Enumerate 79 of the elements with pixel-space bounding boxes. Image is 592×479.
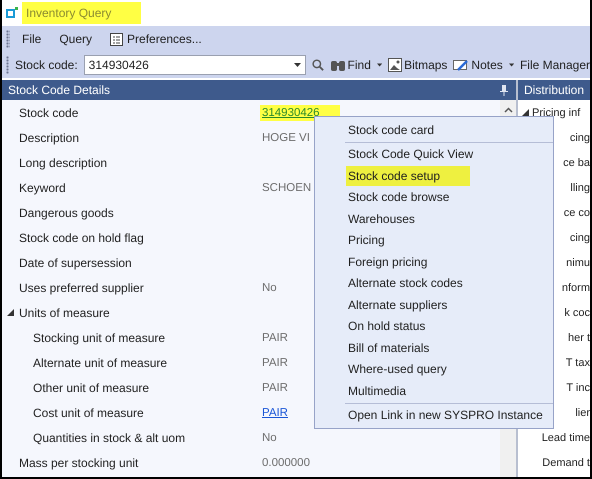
menu-item[interactable]: Where-used query — [315, 358, 553, 380]
field-label: lier — [575, 406, 590, 418]
field-label: lling — [570, 182, 590, 194]
bitmaps-button[interactable]: Bitmaps — [388, 58, 448, 72]
expanded-triangle-icon[interactable] — [522, 109, 529, 116]
find-button[interactable]: Find — [330, 58, 371, 72]
menu-item[interactable]: Stock code card — [315, 119, 553, 140]
field-label: k coc — [564, 306, 590, 318]
menu-item[interactable]: Preferences... — [104, 30, 208, 48]
field-label: cing — [570, 132, 590, 144]
field-value: 0.000000 — [262, 456, 310, 468]
search-icon[interactable] — [312, 57, 324, 73]
caret-icon[interactable] — [294, 63, 301, 67]
menu-item[interactable]: Alternate stock codes — [315, 272, 553, 294]
binoculars-icon — [330, 58, 346, 72]
menu-item[interactable]: Alternate suppliers — [315, 294, 553, 316]
field-label: ce co — [564, 206, 590, 218]
menu-item[interactable]: Pricing — [315, 230, 553, 251]
field-label: Keyword — [18, 180, 67, 194]
image-icon — [388, 58, 402, 72]
field-label: Cost unit of measure — [32, 406, 145, 420]
stock-code-link[interactable]: 314930426 — [260, 104, 340, 120]
note-pencil-icon — [453, 58, 470, 72]
field-label: Demand t — [542, 456, 590, 468]
field-label: nform — [562, 282, 590, 294]
menu-item[interactable]: Multimedia — [315, 380, 553, 402]
panel-title: Distribution — [524, 83, 584, 97]
field-label: T inc — [566, 382, 590, 394]
scroll-up-icon[interactable] — [504, 107, 512, 113]
caret-icon[interactable] — [508, 63, 514, 67]
caret-icon[interactable] — [376, 63, 382, 67]
notes-button[interactable]: Notes — [453, 58, 503, 72]
menu-item[interactable]: Foreign pricing — [315, 251, 553, 272]
field-value: No — [262, 282, 277, 294]
menu-item[interactable]: Query — [53, 30, 98, 48]
field-value: PAIR — [262, 382, 288, 394]
menu-item[interactable]: Stock code browse — [315, 186, 553, 208]
value-link[interactable]: PAIR — [262, 406, 288, 418]
field-label: Description — [18, 130, 80, 144]
field-label: Other unit of measure — [32, 380, 150, 394]
menu-item[interactable]: On hold status — [315, 316, 553, 337]
field-label: Stock code on hold flag — [18, 230, 145, 244]
menu-item[interactable]: Warehouses — [315, 208, 553, 230]
field-value: HOGE VI — [262, 132, 310, 144]
field-label: Mass per stocking unit — [18, 456, 140, 470]
stock-code-label: Stock code: — [14, 58, 78, 72]
menu-item[interactable]: Bill of materials — [315, 337, 553, 358]
field-label: Uses preferred supplier — [18, 280, 145, 294]
field-label: Stocking unit of measure — [32, 330, 166, 344]
file-manager-button[interactable]: File Manager — [520, 58, 590, 72]
field-label: Dangerous goods — [18, 206, 115, 220]
group-label[interactable]: Pricing inf — [532, 106, 580, 118]
stock-code-combo[interactable]: 314930426 — [84, 55, 306, 75]
field-label: Alternate unit of measure — [32, 356, 168, 370]
app-icon — [6, 7, 18, 19]
field-label: her t — [568, 332, 590, 344]
window-title: Inventory Query — [22, 2, 142, 24]
list-icon — [110, 32, 124, 46]
field-value: No — [262, 432, 277, 444]
field-label: Date of supersession — [18, 256, 133, 270]
field-value: SCHOEN — [262, 182, 312, 194]
field-value: PAIR — [262, 356, 288, 368]
pin-icon[interactable] — [500, 84, 508, 96]
field-label: Quantities in stock & alt uom — [32, 430, 186, 444]
field-label: Long description — [18, 156, 108, 170]
field-label: Lead time — [542, 432, 590, 444]
field-label: cing — [570, 232, 590, 244]
menu-item[interactable]: Stock code setup — [315, 165, 553, 186]
group-label[interactable]: Units of measure — [17, 306, 262, 320]
field-label: T tax — [566, 356, 590, 368]
field-label: ce ba — [563, 156, 590, 168]
menu-item[interactable]: File — [16, 30, 48, 48]
field-label: nimu — [566, 256, 590, 268]
menu-item[interactable]: Stock Code Quick View — [315, 144, 553, 165]
expanded-triangle-icon[interactable] — [7, 309, 14, 316]
field-value: PAIR — [262, 332, 288, 344]
field-label: Stock code — [18, 106, 80, 120]
menu-item[interactable]: Open Link in new SYSPRO Instance — [315, 404, 553, 426]
panel-title: Stock Code Details — [8, 83, 110, 97]
